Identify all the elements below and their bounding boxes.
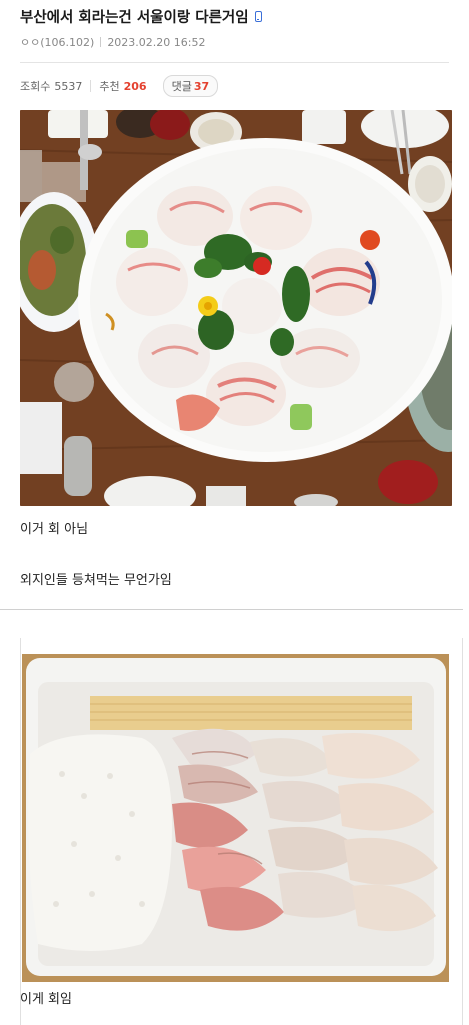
sashimi-platter-photo[interactable]: [20, 110, 452, 506]
photo-caption-line1: 이거 회 아님: [20, 522, 89, 537]
comment-count-button[interactable]: 댓글 37: [162, 75, 219, 97]
block-gap: [0, 612, 469, 638]
mobile-device-icon: [254, 10, 262, 22]
recommend-count: 추천 206: [99, 79, 154, 94]
post-date: 2023.02.20 16:52: [107, 35, 206, 49]
view-count-label: 조회수: [20, 80, 51, 93]
post-divider: [0, 609, 463, 610]
recommend-count-value: 206: [123, 79, 147, 93]
author-name[interactable]: ㅇㅇ(106.102): [20, 34, 94, 50]
post-title[interactable]: 부산에서 회라는건 서울이랑 다른거임: [20, 6, 249, 27]
view-count: 조회수 5537: [20, 79, 92, 93]
photo2-caption: 이게 회임: [20, 992, 72, 1007]
view-count-value: 5537: [54, 79, 83, 93]
post-header: 부산에서 회라는건 서울이랑 다른거임: [20, 6, 262, 26]
recommend-count-label: 추천: [99, 80, 120, 93]
takeout-sashimi-photo[interactable]: [22, 654, 449, 982]
post-card: 부산에서 회라는건 서울이랑 다른거임 ㅇㅇ(106.102) 2023.02.…: [0, 0, 469, 612]
post-stats: 조회수 5537 추천 206 댓글 37: [20, 75, 219, 97]
post-meta: ㅇㅇ(106.102) 2023.02.20 16:52: [20, 34, 206, 50]
comment-count-label: 댓글: [171, 80, 192, 93]
meta-divider: [100, 37, 102, 47]
comment-count-value: 37: [193, 79, 210, 93]
header-divider: [20, 62, 449, 63]
photo-caption-line2: 외지인들 등쳐먹는 무언가임: [20, 573, 172, 588]
post-continuation: 이게 회임: [0, 638, 469, 1025]
